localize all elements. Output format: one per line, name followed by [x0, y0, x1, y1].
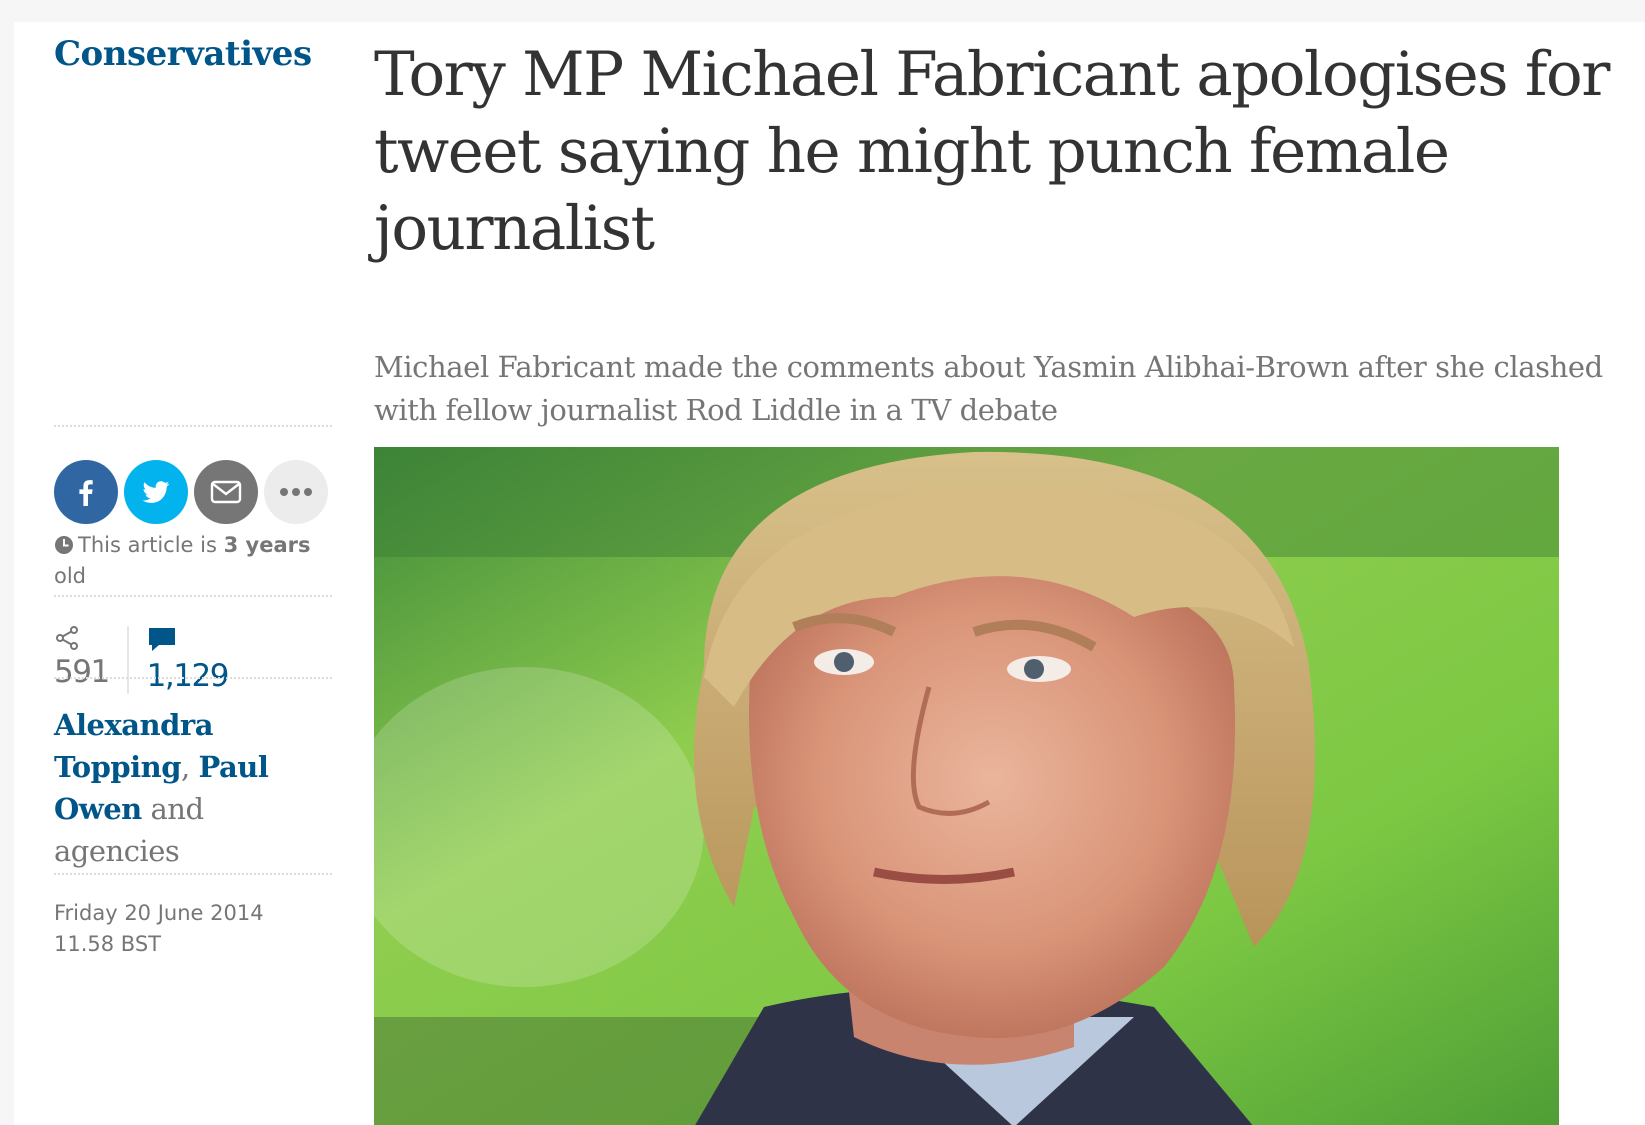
more-icon	[280, 488, 312, 496]
article-headline: Tory MP Michael Fabricant apologises for…	[374, 39, 1610, 264]
article-page: Conservatives Tory MP Michael Fabricant …	[14, 22, 1645, 1125]
byline-separator: ,	[181, 750, 190, 784]
share-count-value: 591	[54, 654, 110, 690]
twitter-icon	[142, 481, 170, 503]
clock-icon	[55, 536, 73, 554]
byline: Alexandra Topping, Paul Owen and agencie…	[54, 704, 324, 872]
divider	[54, 873, 332, 875]
dateline: Friday 20 June 2014 11.58 BST	[54, 898, 324, 960]
facebook-icon	[79, 480, 93, 506]
share-email-button[interactable]	[194, 460, 258, 524]
share-count: 591	[54, 626, 129, 694]
comment-count[interactable]: 1,129	[129, 626, 230, 694]
age-suffix: old	[54, 564, 87, 588]
share-icon	[56, 626, 78, 650]
article-main-image	[374, 447, 1559, 1125]
publication-date: Friday 20 June 2014	[54, 901, 264, 925]
article-age-notice: This article is 3 years old	[54, 530, 324, 592]
byline-conjunction: and	[150, 792, 204, 826]
comment-count-value[interactable]: 1,129	[147, 658, 230, 694]
age-prefix: This article is	[78, 533, 217, 557]
share-twitter-button[interactable]	[124, 460, 188, 524]
share-facebook-button[interactable]	[54, 460, 118, 524]
portrait-illustration	[374, 447, 1559, 1125]
section-link-conservatives[interactable]: Conservatives	[54, 34, 312, 74]
share-more-button[interactable]	[264, 460, 328, 524]
comment-icon	[148, 628, 175, 651]
share-buttons	[54, 460, 328, 524]
divider	[54, 425, 332, 427]
article-standfirst: Michael Fabricant made the comments abou…	[374, 350, 1603, 427]
divider	[54, 677, 332, 679]
age-value: 3 years	[223, 533, 311, 557]
byline-agencies: agencies	[54, 834, 180, 868]
publication-time: 11.58 BST	[54, 932, 161, 956]
email-icon	[210, 480, 242, 504]
engagement-counts: 591 1,129	[54, 626, 230, 694]
divider	[54, 595, 332, 597]
author-link[interactable]: Alexandra Topping	[54, 708, 213, 784]
